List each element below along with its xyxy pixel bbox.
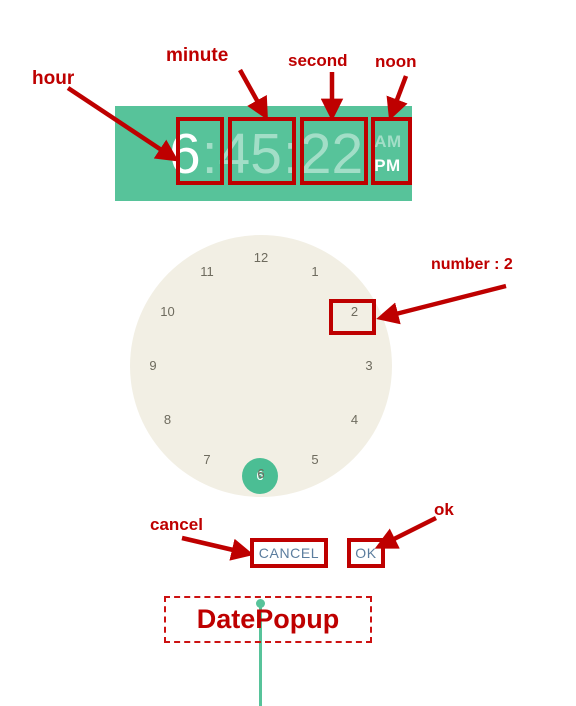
cancel-button[interactable]: CANCEL (255, 543, 323, 563)
page-title: DatePopup (196, 604, 340, 634)
annotation-label-minute: minute (166, 45, 229, 66)
time-display: 6 : 45 : 22 AM PM (115, 106, 412, 201)
clock-number-6[interactable]: 6 (248, 465, 274, 483)
arrow-ok (374, 515, 438, 549)
pm-option[interactable]: PM (374, 154, 401, 178)
annotation-label-cancel: cancel (150, 515, 203, 534)
annotation-label-noon: noon (375, 52, 417, 71)
time-separator-1: : (201, 121, 218, 186)
second-value[interactable]: 22 (300, 123, 363, 185)
annotation-label-ok: ok (434, 500, 454, 519)
arrow-number (376, 283, 507, 325)
minute-value[interactable]: 45 (219, 123, 282, 185)
clock-number-7[interactable]: 7 (194, 451, 220, 469)
annotation-label-second: second (288, 51, 348, 70)
clock-number-8[interactable]: 8 (154, 411, 180, 429)
am-option[interactable]: AM (374, 130, 401, 154)
hour-value[interactable]: 6 (169, 123, 201, 185)
annotation-label-number: number : 2 (431, 256, 513, 273)
arrow-cancel (181, 535, 254, 561)
clock-number-12[interactable]: 12 (248, 249, 274, 267)
annotation-label-hour: hour (32, 68, 75, 89)
clock-number-5[interactable]: 5 (302, 451, 328, 469)
clock-number-9[interactable]: 9 (140, 357, 166, 375)
clock-number-1[interactable]: 1 (302, 263, 328, 281)
clock-face[interactable]: 6 12 1 2 3 4 5 6 7 8 9 10 11 (130, 235, 392, 706)
clock-number-2[interactable]: 2 (342, 303, 368, 321)
time-banner: 6 : 45 : 22 AM PM (115, 106, 412, 201)
clock-number-10[interactable]: 10 (154, 303, 180, 321)
clock-number-4[interactable]: 4 (342, 411, 368, 429)
datepopup-annotated-screenshot: 6 : 45 : 22 AM PM 6 12 1 2 3 4 5 6 7 8 9 10 11 CANC… (0, 0, 576, 706)
clock-number-11[interactable]: 11 (194, 263, 220, 281)
ok-button[interactable]: OK (352, 543, 380, 563)
meridiem-selector: AM PM (374, 130, 401, 178)
clock-number-3[interactable]: 3 (356, 357, 382, 375)
time-separator-2: : (282, 121, 299, 186)
